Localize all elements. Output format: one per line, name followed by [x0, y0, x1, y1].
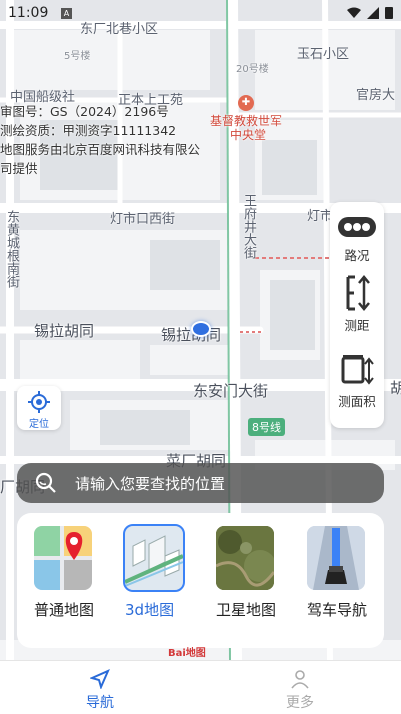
traffic-icon — [338, 217, 376, 237]
crosshair-icon — [28, 391, 50, 413]
battery-icon — [385, 7, 393, 19]
map-type-normal[interactable]: 普通地图 — [34, 526, 102, 622]
traffic-label: 路况 — [344, 248, 370, 263]
measure-distance-button[interactable]: 测距 — [330, 274, 384, 334]
map-tools-panel: 路况 测距 测面积 — [330, 202, 384, 428]
map-label-dengshi: 灯市口西街 — [110, 212, 176, 227]
map-label-hu: 胡 — [390, 379, 401, 397]
map-label-zhongyang: 中央堂 — [230, 128, 267, 142]
drive-nav-thumbnail — [307, 526, 365, 590]
nav-tab-navigate[interactable]: 导航 — [55, 665, 145, 712]
3d-map-thumbnail — [123, 524, 185, 592]
map-type-label: 驾车导航 — [307, 601, 368, 619]
map-label-xila-1: 锡拉胡同 — [34, 322, 95, 340]
status-a-icon: A — [61, 8, 72, 19]
user-icon — [291, 670, 309, 689]
map-type-panel: 普通地图 3d地图 卫星地图 驾车导航 — [17, 513, 384, 648]
map-label-wangfujing: 王府井大街 — [241, 194, 256, 259]
traffic-button[interactable]: 路况 — [330, 216, 384, 264]
map-label-yushi: 玉石小区 — [297, 47, 350, 62]
nav-tab-navigate-label: 导航 — [86, 695, 114, 711]
wifi-icon — [347, 7, 361, 18]
measure-distance-label: 测距 — [344, 318, 370, 333]
nav-tab-more[interactable]: 更多 — [255, 665, 345, 712]
status-time: 11:09 — [8, 5, 49, 21]
navigation-arrow-icon — [90, 669, 110, 689]
map-type-label: 普通地图 — [34, 601, 95, 619]
current-location-dot — [191, 321, 211, 337]
satellite-map-thumbnail — [216, 526, 274, 590]
map-type-label: 3d地图 — [125, 601, 175, 619]
map-type-label: 卫星地图 — [216, 601, 277, 619]
disclaimer-line-2: 测绘资质：甲测资字11111342 — [0, 123, 177, 138]
map-disclaimer: 审图号：GS（2024）2196号 测绘资质：甲测资字11111342 地图服务… — [0, 102, 200, 178]
map-label-bldg5: 5号楼 — [64, 51, 91, 62]
measure-area-label: 测面积 — [338, 394, 376, 409]
status-icons — [347, 6, 393, 19]
search-icon — [35, 472, 56, 493]
measure-area-button[interactable]: 测面积 — [330, 352, 384, 410]
map-type-satellite[interactable]: 卫星地图 — [216, 526, 284, 622]
map-label-guanfang: 官房大 — [356, 88, 396, 103]
measure-distance-icon — [346, 275, 370, 311]
baidu-logo: Bai地图 — [168, 648, 206, 659]
measure-area-icon — [341, 355, 374, 385]
locate-label: 定位 — [29, 419, 49, 430]
nav-tab-more-label: 更多 — [286, 695, 314, 711]
search-placeholder: 请输入您要查找的位置 — [75, 475, 226, 493]
map-label-dongan: 东安门大街 — [193, 382, 269, 400]
disclaimer-line-3: 地图服务由北京百度网讯科技有限公 — [0, 142, 201, 157]
map-label-bldg20: 20号楼 — [236, 64, 269, 75]
map-label-donghuang: 东黄城根南街 — [4, 210, 19, 288]
map-type-drive-nav[interactable]: 驾车导航 — [307, 526, 375, 622]
locate-button[interactable]: 定位 — [17, 386, 61, 430]
normal-map-thumbnail — [34, 526, 92, 590]
map-type-3d[interactable]: 3d地图 — [123, 524, 193, 622]
status-bar: 11:09 A — [0, 0, 401, 26]
signal-icon — [367, 6, 379, 19]
metro-line8-badge: 8号线 — [248, 418, 285, 436]
search-bar[interactable]: 请输入您要查找的位置 — [17, 463, 384, 503]
disclaimer-line-4: 司提供 — [0, 161, 38, 176]
church-poi-icon[interactable]: ✚ — [238, 95, 254, 111]
disclaimer-line-1: 审图号：GS（2024）2196号 — [0, 104, 169, 119]
bottom-nav: 导航 更多 — [0, 660, 401, 714]
